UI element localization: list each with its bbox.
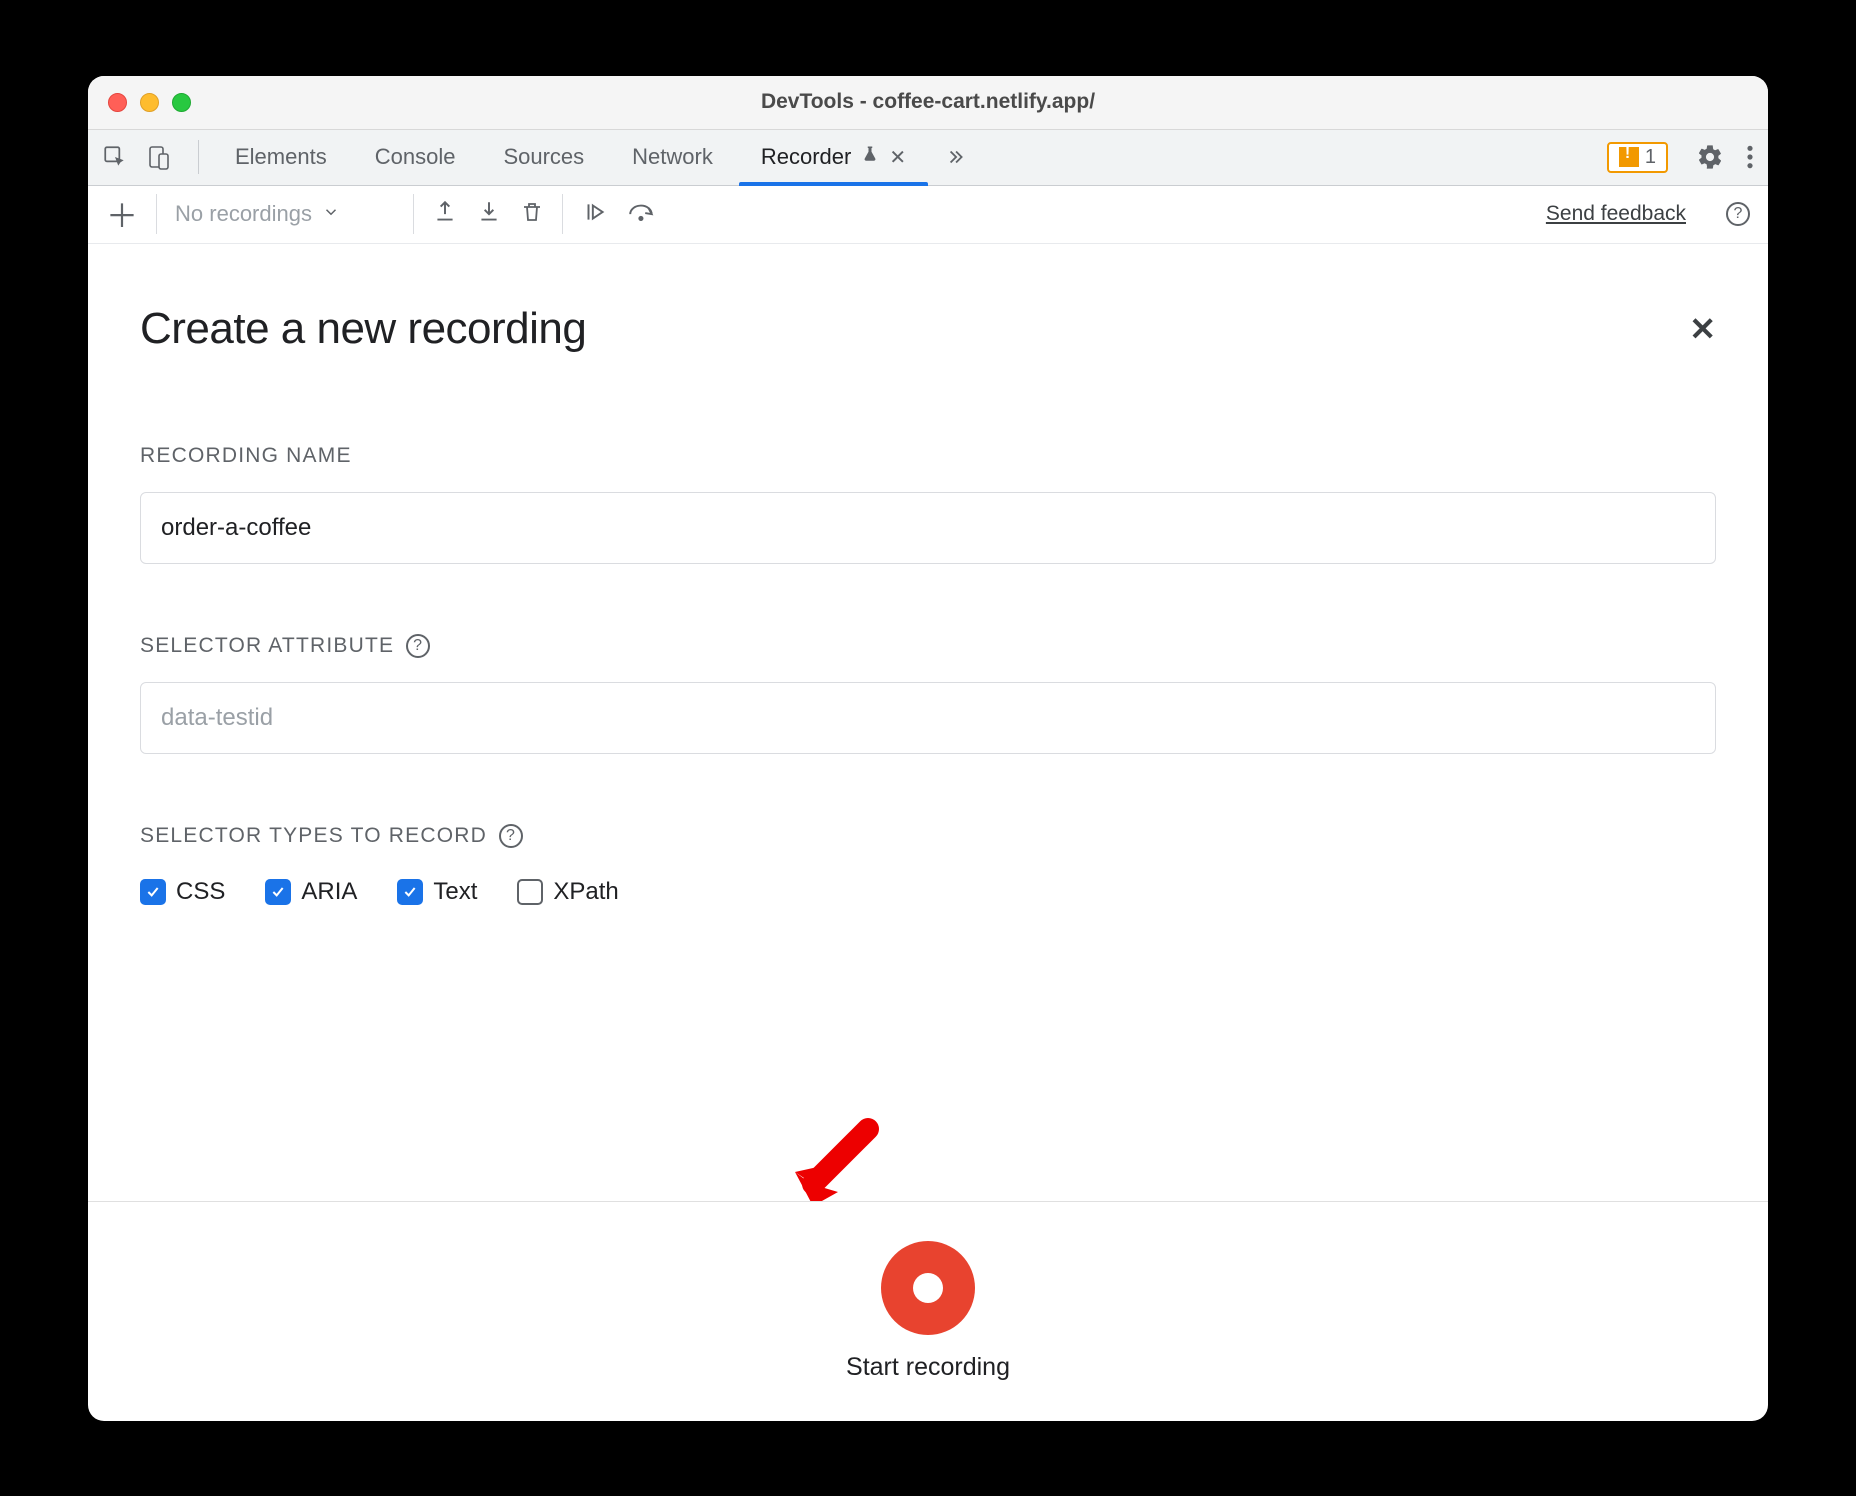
kebab-menu-icon[interactable] — [1746, 144, 1754, 170]
annotation-arrow-icon — [783, 1114, 883, 1201]
recording-name-label: Recording Name — [140, 444, 1716, 468]
checkbox-icon — [140, 879, 166, 905]
devtools-window: DevTools - coffee-cart.netlify.app/ Elem… — [88, 76, 1768, 1421]
tab-console[interactable]: Console — [353, 130, 478, 185]
warnings-badge[interactable]: 1 — [1607, 142, 1668, 173]
recordings-dropdown[interactable]: No recordings — [175, 201, 395, 227]
warning-icon — [1619, 147, 1639, 167]
checkbox-aria[interactable]: ARIA — [265, 878, 357, 906]
play-step-icon[interactable] — [581, 199, 609, 230]
recorder-toolbar: ＋ No recordings Send feedback ? — [88, 186, 1768, 244]
selector-attribute-input[interactable] — [140, 682, 1716, 754]
close-panel-icon[interactable]: ✕ — [1689, 310, 1716, 348]
checkbox-css[interactable]: CSS — [140, 878, 225, 906]
tab-elements[interactable]: Elements — [213, 130, 349, 185]
start-recording-label: Start recording — [846, 1353, 1010, 1382]
window-title: DevTools - coffee-cart.netlify.app/ — [88, 90, 1768, 114]
tab-sources[interactable]: Sources — [481, 130, 606, 185]
close-tab-icon[interactable]: ✕ — [889, 145, 906, 170]
start-recording-button[interactable] — [881, 1241, 975, 1335]
import-icon[interactable] — [476, 199, 502, 230]
warnings-count: 1 — [1645, 146, 1656, 169]
checkbox-icon — [397, 879, 423, 905]
tab-network[interactable]: Network — [610, 130, 735, 185]
send-feedback-link[interactable]: Send feedback — [1546, 202, 1686, 226]
window-zoom-button[interactable] — [172, 93, 191, 112]
experiment-flask-icon — [861, 144, 879, 170]
selector-types-label: Selector types to record — [140, 824, 487, 848]
recording-name-input[interactable] — [140, 492, 1716, 564]
help-icon[interactable]: ? — [1726, 202, 1750, 226]
settings-gear-icon[interactable] — [1696, 143, 1724, 171]
devtools-tabs-row: Elements Console Sources Network Recorde… — [88, 130, 1768, 186]
export-icon[interactable] — [432, 199, 458, 230]
window-close-button[interactable] — [108, 93, 127, 112]
window-minimize-button[interactable] — [140, 93, 159, 112]
checkbox-text[interactable]: Text — [397, 878, 477, 906]
page-title: Create a new recording — [140, 304, 586, 354]
inspect-element-icon[interactable] — [102, 144, 128, 170]
selector-attribute-help-icon[interactable]: ? — [406, 634, 430, 658]
checkbox-icon — [517, 879, 543, 905]
checkbox-xpath[interactable]: XPath — [517, 878, 618, 906]
device-toolbar-icon[interactable] — [146, 144, 170, 170]
tab-recorder[interactable]: Recorder ✕ — [739, 130, 928, 185]
more-tabs-icon[interactable] — [946, 146, 968, 168]
recorder-footer: Start recording — [88, 1201, 1768, 1421]
replay-icon[interactable] — [627, 200, 657, 229]
record-icon — [913, 1273, 943, 1303]
delete-icon[interactable] — [520, 199, 544, 230]
selector-attribute-label: Selector Attribute — [140, 634, 394, 658]
traffic-lights — [108, 93, 191, 112]
selector-types-row: CSS ARIA Text XPath — [140, 878, 1716, 906]
selector-types-help-icon[interactable]: ? — [499, 824, 523, 848]
recorder-content: Create a new recording ✕ Recording Name … — [88, 244, 1768, 1201]
add-recording-icon[interactable]: ＋ — [106, 191, 138, 237]
window-titlebar: DevTools - coffee-cart.netlify.app/ — [88, 76, 1768, 130]
checkbox-icon — [265, 879, 291, 905]
chevron-down-icon — [322, 201, 340, 227]
